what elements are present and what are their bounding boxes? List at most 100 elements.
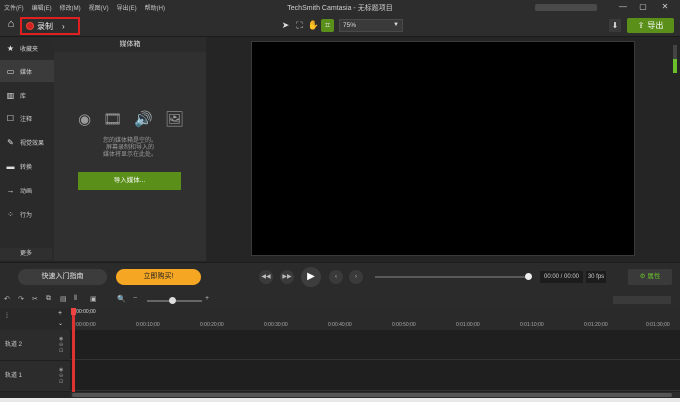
zoom-in-icon[interactable]: +	[205, 295, 209, 302]
play-button[interactable]: ▶	[301, 267, 321, 287]
redo-icon[interactable]: ↷	[18, 295, 24, 303]
undo-icon[interactable]: ↶	[4, 295, 10, 303]
ruler-tick: 0:00:50;00	[392, 322, 416, 328]
annotation-icon: ☐	[6, 113, 15, 123]
tracks-area: 轨道 2 ◉ ⊖ ⊡ 轨道 1 ◉ ⊖ ⊡	[0, 330, 680, 392]
chevron-down-icon: ▼	[393, 22, 399, 28]
track-header: ⁞ + ⌄	[0, 308, 70, 330]
sidebar-item-behaviors[interactable]: ⁘ 行为	[0, 203, 54, 225]
ruler-tick: 0:01:30;00	[646, 322, 670, 328]
ruler-tick: 0:01:00;00	[456, 322, 480, 328]
chevron-down-icon[interactable]: ⌄	[58, 320, 63, 327]
scrub-bar[interactable]	[375, 276, 530, 278]
zoom-select[interactable]: 75% ▼	[339, 19, 403, 32]
timeline-overview[interactable]	[613, 296, 671, 304]
add-track-icon[interactable]: +	[58, 310, 62, 317]
sidebar-item-label: 注释	[20, 116, 33, 123]
sidebar-item-label: 动画	[20, 188, 33, 195]
fps-display: 30 fps	[586, 271, 606, 283]
more-button[interactable]: 更多	[0, 248, 52, 260]
account-info[interactable]	[535, 4, 597, 11]
sidebar-item-label: 媒体	[20, 69, 33, 76]
close-button[interactable]: ✕	[658, 2, 672, 11]
empty-message-line: 您的媒体箱是空的。	[102, 138, 157, 144]
timeline-ruler[interactable]: 0:00:00;00 0:00:00;00 0:00:10;00 0:00:20…	[70, 308, 680, 330]
cut-icon[interactable]: ✂	[32, 295, 38, 303]
chevron-right-icon: ›	[62, 21, 65, 31]
sidebar-item-animations[interactable]: → 动画	[0, 179, 54, 201]
time-display: 00:00 / 00:00	[540, 271, 583, 283]
zoom-out-icon[interactable]: −	[133, 295, 137, 302]
sidebar-item-annotations[interactable]: ☐ 注释	[0, 107, 54, 129]
empty-message: 您的媒体箱是空的。 屏幕录制和导入的 媒体将显示在此处。	[72, 138, 188, 159]
timeline-zoom-handle[interactable]	[169, 297, 176, 304]
step-forward-icon[interactable]: ▶▶	[280, 270, 294, 284]
ruler-tick: 0:00:40;00	[328, 322, 352, 328]
sidebar-item-label: 库	[20, 93, 27, 100]
preview-canvas[interactable]	[251, 41, 635, 256]
quick-start-guide-button[interactable]: 快速入门指南	[18, 269, 107, 285]
sidebar-item-label: 行为	[20, 212, 33, 219]
canvas-scrollbar[interactable]	[673, 45, 677, 73]
pan-hand-icon[interactable]: ✋	[307, 19, 320, 32]
sidebar-item-transitions[interactable]: ▬ 转换	[0, 155, 54, 177]
ruler-tick: 0:00:00;00	[72, 322, 96, 328]
home-icon[interactable]: ⌂	[4, 18, 18, 34]
sidebar-item-library[interactable]: ▥ 库	[0, 84, 54, 106]
share-icon: ⇪	[637, 21, 645, 30]
sidebar-item-visual-effects[interactable]: ✎ 视觉效果	[0, 131, 54, 153]
star-icon: ★	[6, 43, 15, 53]
image-icon: 🖼	[164, 111, 184, 128]
title-bar: 文件(F) 编辑(E) 修改(M) 视图(V) 导出(E) 帮助(H) Tech…	[0, 0, 680, 16]
buy-now-button[interactable]: 立即购买!	[116, 269, 201, 285]
crop-handles-icon[interactable]: ⛶	[293, 19, 306, 32]
empty-message-line: 屏幕录制和导入的	[105, 145, 154, 151]
record-icon	[26, 22, 34, 30]
film-icon: 🎞	[103, 111, 123, 128]
scrub-handle[interactable]	[525, 273, 532, 280]
scroll-thumb[interactable]	[673, 59, 677, 73]
copy-icon[interactable]: ⧉	[46, 295, 51, 303]
ruler-tick: 0:01:10;00	[520, 322, 544, 328]
library-icon: ▥	[6, 90, 15, 100]
paste-icon[interactable]: ▤	[60, 295, 67, 303]
step-back-icon[interactable]: ◀◀	[259, 270, 273, 284]
media-icon: ▭	[6, 66, 15, 76]
properties-button[interactable]: ⚙ 属性	[628, 269, 672, 285]
zoom-value: 75%	[343, 22, 357, 29]
playhead-handle[interactable]	[71, 308, 76, 315]
scroll-thumb[interactable]	[72, 393, 672, 397]
timeline-toolbar	[0, 292, 680, 308]
magnet-icon[interactable]: ⁞	[6, 313, 8, 320]
playhead[interactable]	[71, 308, 76, 392]
sidebar-item-media[interactable]: ▭ 媒体	[0, 60, 54, 82]
track-row[interactable]: 轨道 2 ◉ ⊖ ⊡	[0, 330, 680, 360]
gear-icon: ⚙	[639, 273, 646, 280]
track-controls-icon[interactable]: ◉ ⊖ ⊡	[59, 367, 63, 385]
previous-clip-icon[interactable]: ‹	[329, 270, 343, 284]
visual-effects-icon: ✎	[7, 137, 14, 147]
zoom-icon[interactable]: 🔍	[117, 295, 126, 303]
crop-icon[interactable]: ⌗	[321, 19, 334, 32]
audio-icon: 🔊	[134, 111, 153, 128]
split-icon[interactable]: ⫴	[74, 295, 77, 303]
sidebar-item-favorites[interactable]: ★ 收藏夹	[0, 37, 54, 59]
animation-icon: →	[6, 185, 15, 195]
sidebar-item-label: 收藏夹	[20, 46, 39, 53]
sidebar-item-label: 视觉效果	[20, 140, 45, 147]
ruler-tick: 0:00:20;00	[200, 322, 224, 328]
maximize-button[interactable]: ▢	[636, 2, 650, 11]
record-circle-icon: ◉	[78, 111, 92, 128]
download-icon[interactable]: ⬇	[609, 19, 621, 32]
ruler-tick: 0:01:20;00	[584, 322, 608, 328]
track-controls-icon[interactable]: ◉ ⊖ ⊡	[59, 336, 63, 354]
import-media-button[interactable]: 导入媒体...	[78, 172, 181, 190]
snapshot-icon[interactable]: ▣	[90, 295, 97, 303]
next-clip-icon[interactable]: ›	[349, 270, 363, 284]
track-row[interactable]: 轨道 1 ◉ ⊖ ⊡	[0, 361, 680, 391]
record-button[interactable]: 录制 ›	[20, 17, 80, 35]
empty-message-line: 媒体将显示在此处。	[102, 152, 157, 158]
pointer-tool-icon[interactable]: ➤	[279, 19, 292, 32]
minimize-button[interactable]: —	[616, 2, 630, 11]
export-button[interactable]: ⇪ 导出	[627, 18, 674, 33]
